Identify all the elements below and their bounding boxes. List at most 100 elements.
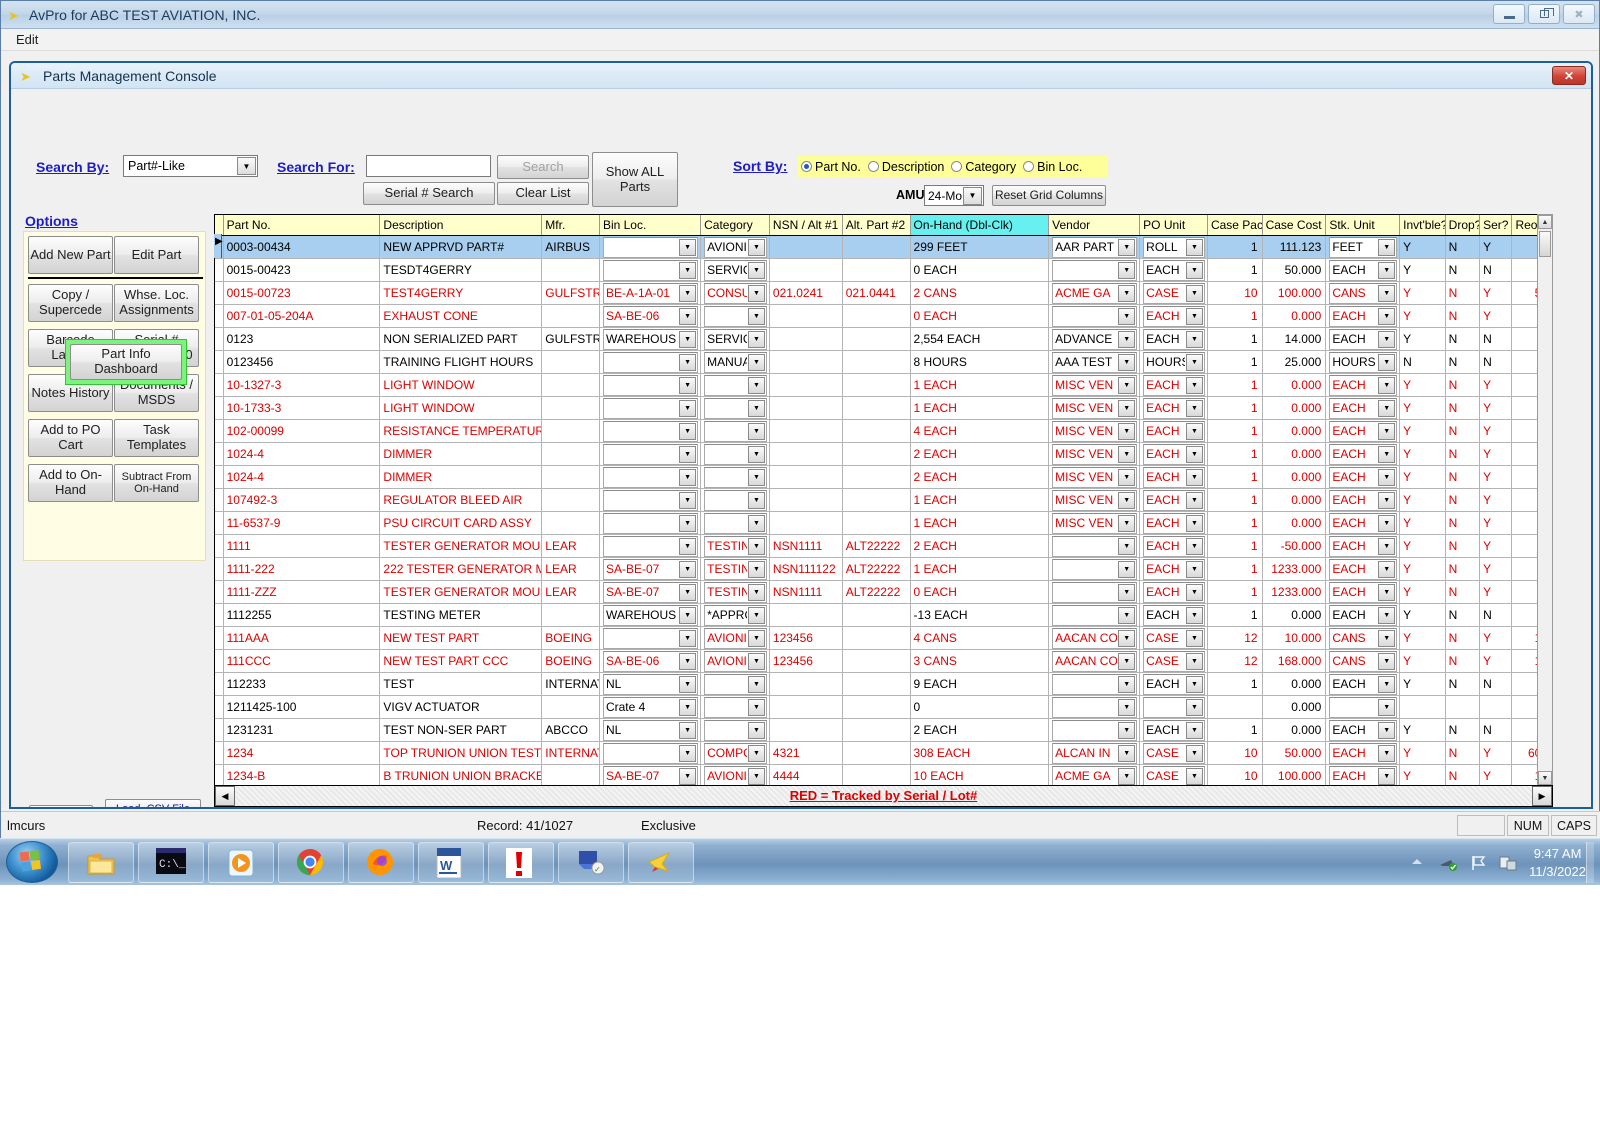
chevron-down-icon[interactable]: ▼ xyxy=(747,652,765,670)
chevron-down-icon[interactable]: ▼ xyxy=(1185,744,1203,762)
cell-po-unit[interactable]: EACH ▼ xyxy=(1139,718,1208,742)
grid-vertical-scrollbar[interactable]: ▲ ▼ xyxy=(1537,214,1553,786)
cell-stk-unit[interactable]: EACH ▼ xyxy=(1325,557,1401,581)
chevron-down-icon[interactable]: ▼ xyxy=(679,721,697,739)
col-bin-loc[interactable]: Bin Loc. xyxy=(599,215,702,236)
row-selector[interactable] xyxy=(215,281,224,305)
cell-vendor[interactable]: ▼ xyxy=(1048,695,1141,719)
row-selector[interactable] xyxy=(215,396,224,420)
cell-po-unit[interactable]: ROLL ▼ xyxy=(1139,235,1208,259)
cell-stk-unit[interactable]: EACH ▼ xyxy=(1325,603,1401,627)
cell-category[interactable]: AVIONIC▼ xyxy=(700,764,770,785)
chevron-down-icon[interactable]: ▼ xyxy=(1118,698,1136,716)
cell-stk-unit[interactable]: ▼ xyxy=(1325,695,1401,719)
chevron-down-icon[interactable]: ▼ xyxy=(679,307,697,325)
chevron-down-icon[interactable]: ▼ xyxy=(747,307,765,325)
chevron-down-icon[interactable]: ▼ xyxy=(679,284,697,302)
chevron-down-icon[interactable]: ▼ xyxy=(1378,491,1396,509)
chevron-down-icon[interactable]: ▼ xyxy=(679,491,697,509)
chevron-down-icon[interactable]: ▼ xyxy=(1185,307,1203,325)
chevron-down-icon[interactable]: ▼ xyxy=(679,330,697,348)
sort-option-bin-loc[interactable]: Bin Loc. xyxy=(1023,160,1087,174)
show-hidden-icons-chevron[interactable] xyxy=(1409,854,1427,872)
restore-button[interactable] xyxy=(1528,4,1560,24)
cell-category[interactable]: AVIONIC▼ xyxy=(700,649,770,673)
chevron-down-icon[interactable]: ▼ xyxy=(1185,652,1203,670)
row-selector[interactable] xyxy=(215,488,224,512)
table-row[interactable]: 1111-222 222 TESTER GENERATOR M LEAR SA-BE-… xyxy=(215,557,1551,581)
chevron-down-icon[interactable]: ▼ xyxy=(679,468,697,486)
chevron-down-icon[interactable]: ▼ xyxy=(1185,698,1203,716)
scroll-left-icon[interactable]: ◀ xyxy=(215,786,235,806)
cell-po-unit[interactable]: CASE ▼ xyxy=(1139,281,1208,305)
scroll-up-icon[interactable]: ▲ xyxy=(1538,215,1552,229)
row-selector[interactable] xyxy=(215,465,224,489)
chevron-down-icon[interactable]: ▼ xyxy=(747,491,765,509)
cell-category[interactable]: ▼ xyxy=(700,488,770,512)
chevron-down-icon[interactable]: ▼ xyxy=(747,353,765,371)
chevron-down-icon[interactable]: ▼ xyxy=(1185,468,1203,486)
chevron-down-icon[interactable]: ▼ xyxy=(1378,514,1396,532)
load-csv-file-button[interactable]: Load .CSV File xyxy=(105,799,201,807)
cell-stk-unit[interactable]: EACH ▼ xyxy=(1325,419,1401,443)
chevron-down-icon[interactable]: ▼ xyxy=(1118,629,1136,647)
cell-stk-unit[interactable]: EACH ▼ xyxy=(1325,718,1401,742)
cell-vendor[interactable]: ▼ xyxy=(1048,603,1141,627)
chevron-down-icon[interactable]: ▼ xyxy=(1378,537,1396,555)
col-case-cost[interactable]: Case Cost xyxy=(1262,215,1327,236)
cell-stk-unit[interactable]: EACH ▼ xyxy=(1325,764,1401,785)
cell-po-unit[interactable]: EACH ▼ xyxy=(1139,465,1208,489)
cell-stk-unit[interactable]: EACH ▼ xyxy=(1325,465,1401,489)
cell-bin-loc[interactable]: ▼ xyxy=(599,373,702,397)
chevron-down-icon[interactable]: ▼ xyxy=(747,560,765,578)
chevron-down-icon[interactable]: ▼ xyxy=(1378,353,1396,371)
scroll-down-icon[interactable]: ▼ xyxy=(1538,771,1552,785)
taskbar-item-word[interactable]: W xyxy=(418,842,484,883)
chevron-down-icon[interactable]: ▼ xyxy=(1185,560,1203,578)
chevron-down-icon[interactable]: ▼ xyxy=(679,399,697,417)
col-invtble[interactable]: Invt'ble? xyxy=(1399,215,1446,236)
table-row[interactable]: 10-1327-3 LIGHT WINDOW ▼ ▼ 1 EACH MISC VEN ▼ EA… xyxy=(215,373,1551,397)
chevron-down-icon[interactable]: ▼ xyxy=(1118,767,1136,785)
cell-bin-loc[interactable]: SA-BE-07 ▼ xyxy=(599,557,702,581)
cell-po-unit[interactable]: EACH ▼ xyxy=(1139,580,1208,604)
chevron-down-icon[interactable]: ▼ xyxy=(1378,721,1396,739)
taskbar-item-media-player[interactable] xyxy=(208,842,274,883)
close-button[interactable]: ✖ xyxy=(1563,4,1595,24)
chevron-down-icon[interactable]: ▼ xyxy=(1185,261,1203,279)
col-category[interactable]: Category xyxy=(700,215,770,236)
row-selector[interactable] xyxy=(215,557,224,581)
chevron-down-icon[interactable]: ▼ xyxy=(679,445,697,463)
network-icon[interactable] xyxy=(1439,854,1458,872)
row-selector[interactable] xyxy=(215,626,224,650)
show-desktop-button[interactable] xyxy=(1586,842,1594,883)
part-info-dashboard-button[interactable]: Part Info Dashboard xyxy=(70,344,182,380)
chevron-down-icon[interactable]: ▼ xyxy=(1118,261,1136,279)
chevron-down-icon[interactable]: ▼ xyxy=(747,330,765,348)
table-row[interactable]: 10-1733-3 LIGHT WINDOW ▼ ▼ 1 EACH MISC VEN ▼ EA… xyxy=(215,396,1551,420)
cell-po-unit[interactable]: CASE ▼ xyxy=(1139,764,1208,785)
table-row[interactable]: 11-6537-9 PSU CIRCUIT CARD ASSY ▼ ▼ 1 EACH MI… xyxy=(215,511,1551,535)
row-selector[interactable] xyxy=(215,327,224,351)
chevron-down-icon[interactable]: ▼ xyxy=(679,675,697,693)
cell-category[interactable]: CONSU ▼ xyxy=(700,281,770,305)
cell-category[interactable]: ▼ xyxy=(700,718,770,742)
cell-bin-loc[interactable]: ▼ xyxy=(599,626,702,650)
cell-category[interactable]: SERVIC▼ xyxy=(700,327,770,351)
chevron-down-icon[interactable]: ▼ xyxy=(747,767,765,785)
chevron-down-icon[interactable]: ▼ xyxy=(747,744,765,762)
chevron-down-icon[interactable]: ▼ xyxy=(1118,468,1136,486)
cell-bin-loc[interactable]: ▼ xyxy=(599,741,702,765)
scroll-track[interactable]: RED = Tracked by Serial / Lot# xyxy=(235,786,1532,806)
cell-bin-loc[interactable]: ▼ xyxy=(599,511,702,535)
table-row[interactable]: 007-01-05-204A EXHAUST CONE SA-BE-06 ▼ ▼ 0 EA… xyxy=(215,304,1551,328)
col-description[interactable]: Description xyxy=(379,215,543,236)
whse-loc-assignments-button[interactable]: Whse. Loc. Assignments xyxy=(114,284,199,322)
table-row[interactable]: 1112255TESTING METER WAREHOUS▼*APPRO▼ -13 … xyxy=(215,603,1551,627)
table-row[interactable]: 1234-B B TRUNION UNION BRACKE SA-BE-07 ▼ AVI… xyxy=(215,764,1551,785)
chevron-down-icon[interactable]: ▼ xyxy=(1118,399,1136,417)
col-alt-part-2[interactable]: Alt. Part #2 xyxy=(842,215,911,236)
chevron-down-icon[interactable]: ▼ xyxy=(747,284,765,302)
chevron-down-icon[interactable]: ▼ xyxy=(679,261,697,279)
cell-po-unit[interactable]: EACH ▼ xyxy=(1139,419,1208,443)
